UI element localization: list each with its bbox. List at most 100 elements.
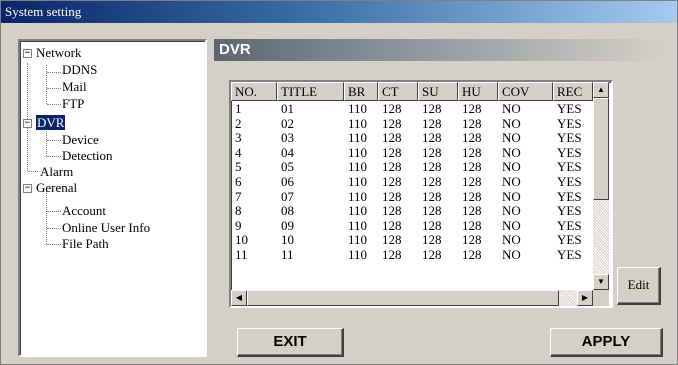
table-row[interactable]: 2 02 110 128 128 128 NO YES [231,117,593,131]
table-cell: 07 [281,189,294,204]
tree-connector [47,228,61,229]
table-cell: 128 [422,204,442,219]
scroll-down-icon[interactable]: ▼ [593,274,609,290]
tree-connector [46,65,47,104]
table-cell: 110 [348,218,368,233]
camera-list[interactable]: NO. TITLE BR CT SU HU COV REC 1 01 110 128 128 128 NO… [229,80,613,308]
tree-item-mail[interactable]: Mail [62,80,87,94]
table-row[interactable]: 10 10 110 128 128 128 NO YES [231,233,593,247]
tree-connector [47,104,61,105]
table-row[interactable]: 8 08 110 128 128 128 NO YES [231,204,593,218]
column-header[interactable]: TITLE [277,82,344,101]
table-cell: 128 [462,189,482,204]
column-header[interactable]: CT [378,82,418,101]
tree-item-dvr[interactable]: DVR [36,115,66,130]
scroll-up-icon[interactable]: ▲ [593,82,609,98]
edit-button[interactable]: Edit [617,267,661,305]
general-collapse-toggle[interactable]: − [23,184,32,193]
table-row[interactable]: 3 03 110 128 128 128 NO YES [231,131,593,145]
apply-button[interactable]: APPLY [550,328,663,357]
table-cell: 128 [382,160,402,175]
horizontal-scrollbar-thumb[interactable] [247,290,559,306]
network-collapse-toggle[interactable]: − [23,49,32,58]
table-cell: 128 [462,131,482,146]
scroll-right-icon[interactable]: ▶ [577,290,593,306]
table-cell: 110 [348,102,368,116]
table-row[interactable]: 5 05 110 128 128 128 NO YES [231,160,593,174]
tree-item-device[interactable]: Device [62,133,99,147]
table-cell: NO [502,204,521,219]
tree-item-online-user-info[interactable]: Online User Info [62,221,150,235]
table-cell: 08 [281,204,294,219]
column-header[interactable]: SU [418,82,458,101]
table-cell: 1 [235,102,242,116]
column-header[interactable]: COV [498,82,553,101]
table-cell: NO [502,233,521,248]
table-cell: 128 [462,175,482,189]
column-header[interactable]: BR [344,82,378,101]
table-cell: 09 [281,218,294,233]
table-cell: 128 [382,102,402,116]
table-cell: YES [557,116,582,131]
tree-item-account[interactable]: Account [62,204,106,218]
panel-title: DVR [214,39,664,61]
settings-tree[interactable]: − Network DDNS Mail FTP − DVR Device Det… [18,39,207,357]
table-cell: 128 [462,248,482,262]
tree-connector [47,88,61,89]
table-cell: 9 [235,218,242,233]
table-row[interactable]: 11 11 110 128 128 128 NO YES [231,248,593,262]
table-row[interactable]: 1 01 110 128 128 128 NO YES [231,102,593,116]
table-row[interactable]: 9 09 110 128 128 128 NO YES [231,219,593,233]
table-row[interactable]: 7 07 110 128 128 128 NO YES [231,190,593,204]
vertical-scrollbar-thumb[interactable] [593,98,609,200]
table-cell: NO [502,145,521,160]
table-cell: 6 [235,175,242,189]
table-cell: 5 [235,160,242,175]
table-cell: 05 [281,160,294,175]
table-cell: NO [502,160,521,175]
tree-item-alarm[interactable]: Alarm [40,165,73,179]
table-cell: 128 [422,175,442,189]
table-cell: 128 [422,102,442,116]
table-cell: 128 [462,233,482,248]
tree-item-general[interactable]: Gerenal [36,181,77,195]
scroll-left-icon[interactable]: ◀ [231,290,247,306]
table-cell: YES [557,218,582,233]
table-cell: 128 [382,131,402,146]
table-cell: 3 [235,131,242,146]
tree-connector [47,140,61,141]
tree-item-ddns[interactable]: DDNS [62,63,97,77]
table-cell: 128 [422,116,442,131]
table-cell: 11 [281,248,294,262]
tree-item-ftp[interactable]: FTP [62,97,84,111]
table-cell: 128 [462,160,482,175]
table-cell: 110 [348,204,368,219]
table-row[interactable]: 4 04 110 128 128 128 NO YES [231,146,593,160]
table-cell: YES [557,131,582,146]
table-cell: 01 [281,102,294,116]
table-cell: YES [557,189,582,204]
scrollbar-corner [593,290,609,306]
tree-item-network[interactable]: Network [36,46,82,60]
table-cell: YES [557,175,582,189]
table-cell: NO [502,116,521,131]
table-cell: 110 [348,160,368,175]
table-cell: NO [502,102,521,116]
column-header[interactable]: NO. [231,82,277,101]
table-cell: NO [502,131,521,146]
dvr-collapse-toggle[interactable]: − [23,119,32,128]
table-cell: 128 [382,233,402,248]
tree-item-file-path[interactable]: File Path [62,237,109,251]
table-cell: 128 [422,160,442,175]
tree-item-detection[interactable]: Detection [62,149,113,163]
table-cell: 110 [348,248,368,262]
table-cell: 110 [348,233,368,248]
table-cell: YES [557,160,582,175]
column-header[interactable]: REC [553,82,593,101]
table-cell: YES [557,102,582,116]
table-cell: YES [557,248,582,262]
table-cell: YES [557,204,582,219]
table-row[interactable]: 6 06 110 128 128 128 NO YES [231,175,593,189]
column-header[interactable]: HU [458,82,498,101]
exit-button[interactable]: EXIT [237,328,344,357]
